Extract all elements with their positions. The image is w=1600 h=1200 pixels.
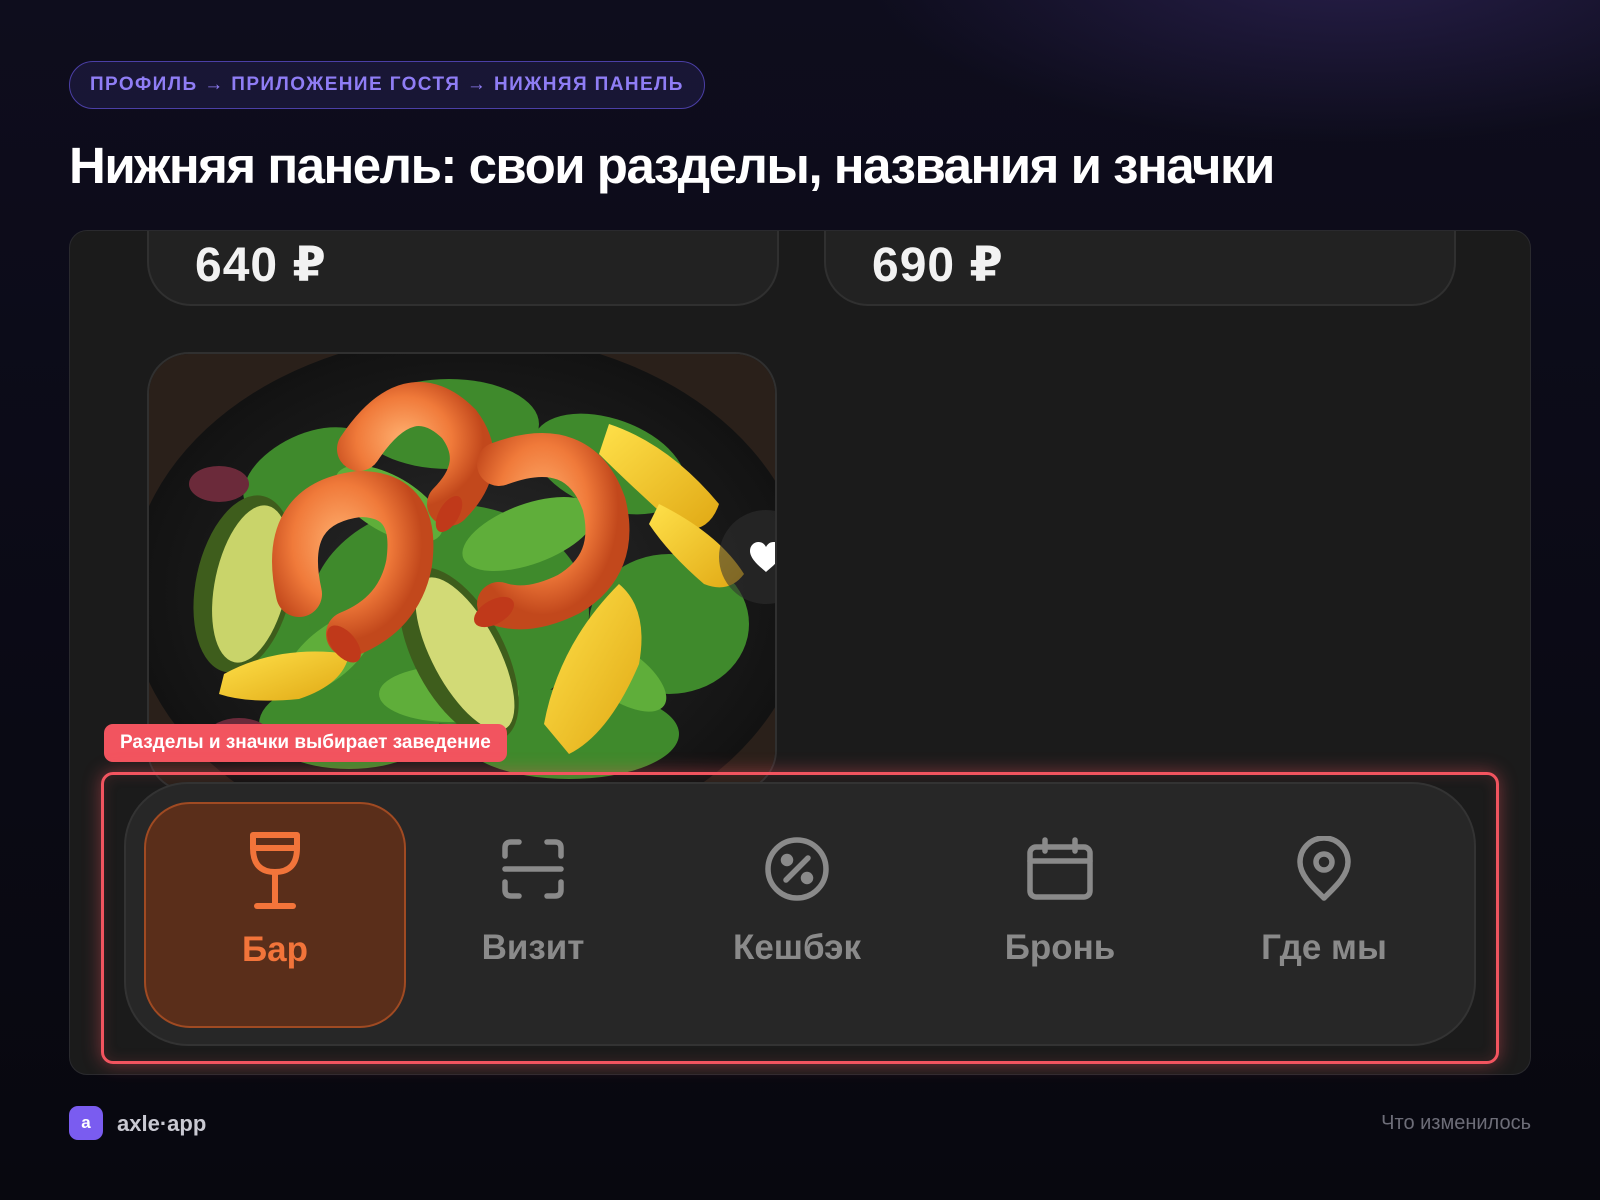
price-label: 640 ₽ (195, 239, 327, 292)
menu-card[interactable]: 640 ₽ (147, 231, 779, 306)
breadcrumb: ПРОФИЛЬ → ПРИЛОЖЕНИЕ ГОСТЯ → НИЖНЯЯ ПАНЕ… (69, 61, 705, 109)
price-label: 690 ₽ (872, 239, 1004, 292)
tab-cashback[interactable]: Кешбэк (666, 802, 928, 1028)
annotation-callout: Разделы и значки выбирает заведение (104, 724, 507, 762)
heart-icon (750, 542, 775, 572)
calendar-icon (1027, 837, 1093, 900)
bottom-tabbar: Бар Визит Кешбэк Бронь Где мы (124, 782, 1476, 1046)
wine-glass-icon (250, 832, 300, 909)
tab-visit[interactable]: Визит (402, 802, 664, 1028)
tab-location[interactable]: Где мы (1193, 802, 1455, 1028)
page-title: Нижняя панель: свои разделы, названия и … (69, 137, 1275, 194)
brand-name: axle·app (117, 1111, 207, 1136)
tab-label: Бар (241, 930, 308, 969)
scan-icon (502, 839, 564, 899)
location-pin-icon (1297, 836, 1351, 901)
tab-label: Визит (481, 928, 585, 967)
tab-bar[interactable]: Бар (144, 802, 406, 1028)
section-label: Что изменилось (1381, 1112, 1531, 1134)
tab-label: Где мы (1261, 928, 1387, 967)
menu-card[interactable]: 690 ₽ (824, 231, 1456, 306)
percent-icon (765, 837, 829, 901)
tab-label: Кешбэк (732, 928, 861, 967)
brand-logo: a (69, 1106, 103, 1140)
tab-booking[interactable]: Бронь (929, 802, 1191, 1028)
tab-label: Бронь (1004, 928, 1116, 967)
